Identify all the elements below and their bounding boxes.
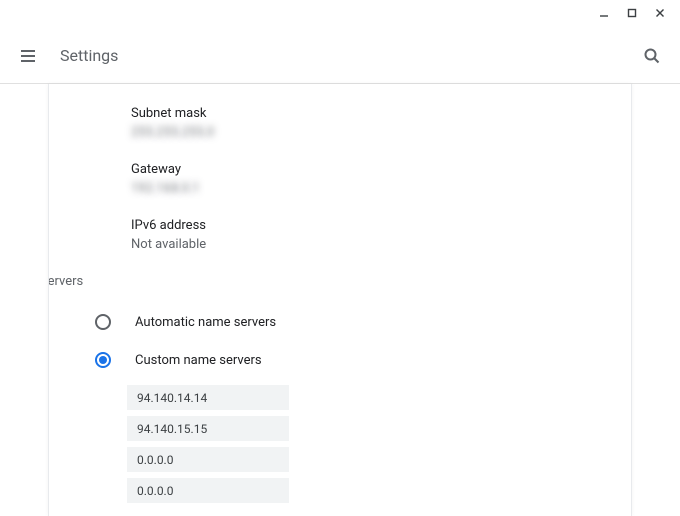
window-controls <box>584 0 680 26</box>
close-icon[interactable] <box>652 5 668 21</box>
gateway-value: 192.168.0.1 <box>131 181 575 196</box>
settings-card: Subnet mask 255.255.255.0 Gateway 192.16… <box>48 84 632 516</box>
minimize-icon[interactable] <box>596 5 612 21</box>
subnet-mask-label: Subnet mask <box>131 106 575 121</box>
radio-icon[interactable] <box>95 314 111 330</box>
radio-custom-name-servers[interactable]: Custom name servers <box>95 341 575 379</box>
dns-input-3[interactable] <box>127 447 289 472</box>
subnet-mask-value: 255.255.255.0 <box>131 125 575 140</box>
radio-automatic-name-servers[interactable]: Automatic name servers <box>95 303 575 341</box>
dns-input-1[interactable] <box>127 385 289 410</box>
maximize-icon[interactable] <box>624 5 640 21</box>
settings-page: Subnet mask 255.255.255.0 Gateway 192.16… <box>0 84 680 516</box>
ipv6-value: Not available <box>131 237 575 252</box>
settings-toolbar: Settings <box>0 28 680 84</box>
name-servers-section-title: Name servers <box>48 274 511 289</box>
ipv6-field: IPv6 address Not available <box>131 218 575 252</box>
gateway-field: Gateway 192.168.0.1 <box>131 162 575 196</box>
radio-label-automatic: Automatic name servers <box>135 315 276 330</box>
menu-icon[interactable] <box>16 44 40 68</box>
gateway-label: Gateway <box>131 162 575 177</box>
ipv6-label: IPv6 address <box>131 218 575 233</box>
search-icon[interactable] <box>640 44 664 68</box>
radio-label-custom: Custom name servers <box>135 353 262 368</box>
subnet-mask-field: Subnet mask 255.255.255.0 <box>131 106 575 140</box>
radio-icon-selected[interactable] <box>95 352 111 368</box>
dns-inputs <box>127 385 575 503</box>
page-title: Settings <box>60 46 118 65</box>
dns-input-4[interactable] <box>127 478 289 503</box>
dns-input-2[interactable] <box>127 416 289 441</box>
